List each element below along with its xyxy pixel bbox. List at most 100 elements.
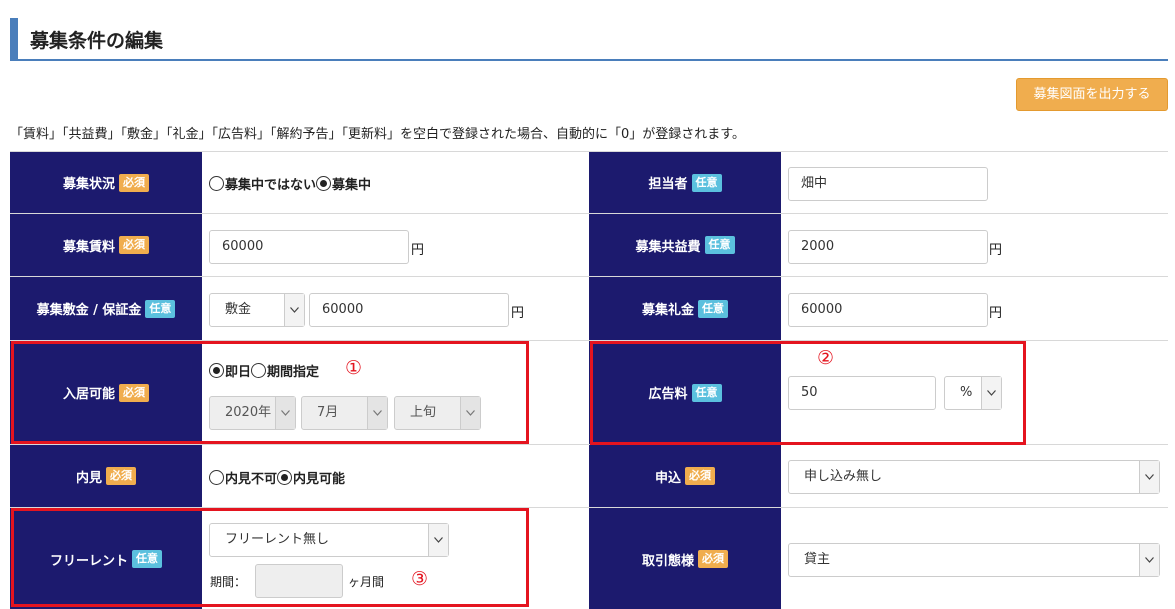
- move-in-year-select[interactable]: 2020年: [209, 396, 296, 430]
- key-money-unit: 円: [989, 306, 1003, 321]
- export-flyer-button[interactable]: 募集図面を出力する: [1016, 78, 1168, 111]
- move-in-year-value: 2020年: [225, 405, 272, 420]
- optional-badge: 任意: [691, 383, 722, 402]
- deposit-type-value: 敷金: [225, 302, 252, 317]
- common-fee-label-cell: 募集共益費 任意: [589, 214, 781, 276]
- optional-badge: 任意: [145, 299, 176, 318]
- status-not-recruiting-label: 募集中ではない: [225, 178, 317, 193]
- status-label: 募集状況: [62, 177, 115, 192]
- chevron-down-icon: [428, 524, 448, 556]
- required-badge: 必須: [119, 173, 149, 192]
- chevron-down-icon: [275, 397, 295, 429]
- deposit-input[interactable]: 60000: [309, 293, 509, 327]
- ad-fee-label-cell: 広告料 任意: [589, 341, 781, 444]
- annotation-marker-3: ③: [411, 568, 429, 590]
- free-rent-value-cell: フリーレント無し 期間： ヶ月間 ③: [202, 508, 589, 609]
- viewing-not-allowed-radio[interactable]: [209, 470, 224, 485]
- move-in-period-radio[interactable]: [251, 363, 267, 378]
- person-input[interactable]: 畑中: [788, 167, 988, 201]
- rent-label: 募集賃料: [62, 239, 115, 255]
- chevron-down-icon: [460, 397, 480, 429]
- application-label-cell: 申込 必須: [589, 445, 781, 507]
- required-badge: 必須: [119, 236, 149, 254]
- common-fee-unit: 円: [989, 243, 1003, 258]
- optional-badge: 任意: [132, 550, 162, 568]
- application-select[interactable]: 申し込み無し: [788, 460, 1160, 494]
- form-row-move-in: 入居可能 必須 即日 期間指定 ① 2020年 7月 上旬 広告料 任意 ② 5…: [10, 341, 1168, 445]
- move-in-month-select[interactable]: 7月: [301, 396, 388, 430]
- ad-fee-unit-select[interactable]: %: [944, 376, 1002, 410]
- common-fee-input[interactable]: 2000: [788, 230, 988, 264]
- move-in-label-cell: 入居可能 必須: [10, 341, 202, 444]
- status-recruiting-radio[interactable]: [316, 176, 332, 191]
- common-fee-label: 募集共益費: [635, 239, 701, 255]
- required-badge: 必須: [698, 550, 728, 568]
- status-recruiting-label: 募集中: [332, 178, 372, 193]
- rent-value-cell: 60000 円: [202, 214, 589, 276]
- recruitment-conditions-form: 募集状況 必須 募集中ではない 募集中 担当者 任意 畑中 募集賃料 必須 60…: [10, 151, 1168, 609]
- move-in-immediate-label: 即日: [225, 365, 252, 380]
- transaction-label: 取引態様: [641, 553, 694, 569]
- deposit-unit: 円: [511, 306, 525, 321]
- free-rent-period-input[interactable]: [255, 564, 343, 598]
- viewing-allowed-radio[interactable]: [277, 470, 293, 485]
- move-in-period-select[interactable]: 上旬: [394, 396, 481, 430]
- viewing-radio-group: 内見不可 内見可能: [209, 468, 345, 487]
- viewing-label-cell: 内見 必須: [10, 445, 202, 507]
- move-in-label: 入居可能: [62, 387, 115, 402]
- optional-badge: 任意: [704, 236, 735, 254]
- deposit-type-select[interactable]: 敷金: [209, 293, 305, 327]
- application-value: 申し込み無し: [804, 469, 883, 484]
- annotation-marker-2: ②: [817, 347, 835, 369]
- key-money-input[interactable]: 60000: [788, 293, 988, 327]
- ad-fee-label: 広告料: [648, 387, 688, 402]
- ad-fee-unit-value: %: [960, 385, 973, 400]
- optional-badge: 任意: [691, 173, 722, 192]
- key-money-value-cell: 60000 円: [781, 277, 1168, 340]
- move-in-month-value: 7月: [317, 405, 339, 420]
- chevron-down-icon: [1139, 461, 1159, 493]
- deposit-label: 募集敷金 / 保証金: [36, 303, 142, 318]
- blank-fields-notice: 「賃料」「共益費」「敷金」「礼金」「広告料」「解約予告」「更新料」を空白で登録さ…: [10, 127, 745, 142]
- status-label-cell: 募集状況 必須: [10, 152, 202, 213]
- common-fee-value-cell: 2000 円: [781, 214, 1168, 276]
- form-row-viewing: 内見 必須 内見不可 内見可能 申込 必須 申し込み無し: [10, 445, 1168, 508]
- deposit-label-cell: 募集敷金 / 保証金 任意: [10, 277, 202, 340]
- status-radio-group: 募集中ではない 募集中: [209, 174, 371, 193]
- transaction-select[interactable]: 貸主: [788, 543, 1160, 577]
- optional-badge: 任意: [698, 299, 728, 318]
- annotation-marker-1: ①: [345, 357, 363, 379]
- transaction-label-cell: 取引態様 必須: [589, 508, 781, 609]
- section-header: 募集条件の編集: [10, 18, 1168, 61]
- free-rent-value: フリーレント無し: [225, 532, 330, 547]
- rent-unit: 円: [411, 243, 425, 258]
- transaction-value-cell: 貸主: [781, 508, 1168, 609]
- chevron-down-icon: [1139, 544, 1159, 576]
- chevron-down-icon: [367, 397, 387, 429]
- ad-fee-input[interactable]: 50: [788, 376, 936, 410]
- free-rent-label: フリーレント: [49, 553, 128, 569]
- transaction-value: 貸主: [804, 552, 831, 567]
- person-value-cell: 畑中: [781, 152, 1168, 213]
- chevron-down-icon: [284, 294, 304, 326]
- viewing-not-allowed-label: 内見不可: [225, 472, 278, 487]
- status-not-recruiting-radio[interactable]: [209, 176, 224, 191]
- move-in-radio-group: 即日 期間指定: [209, 361, 319, 380]
- form-row-rent: 募集賃料 必須 60000 円 募集共益費 任意 2000 円: [10, 214, 1168, 277]
- rent-input[interactable]: 60000: [209, 230, 409, 264]
- rent-label-cell: 募集賃料 必須: [10, 214, 202, 276]
- move-in-immediate-radio[interactable]: [209, 363, 224, 378]
- title-accent-bar: [10, 18, 18, 59]
- free-rent-label-cell: フリーレント 任意: [10, 508, 202, 609]
- key-money-label-cell: 募集礼金 任意: [589, 277, 781, 340]
- move-in-period-value: 上旬: [410, 405, 437, 420]
- free-rent-select[interactable]: フリーレント無し: [209, 523, 449, 557]
- application-label: 申込: [654, 470, 681, 486]
- form-row-deposit: 募集敷金 / 保証金 任意 敷金 60000 円 募集礼金 任意 60000 円: [10, 277, 1168, 341]
- free-rent-period-label: 期間：: [210, 575, 247, 589]
- key-money-label: 募集礼金: [641, 303, 694, 318]
- required-badge: 必須: [685, 467, 715, 485]
- person-label: 担当者: [648, 177, 688, 192]
- viewing-value-cell: 内見不可 内見可能: [202, 445, 589, 507]
- free-rent-period-unit: ヶ月間: [348, 575, 385, 589]
